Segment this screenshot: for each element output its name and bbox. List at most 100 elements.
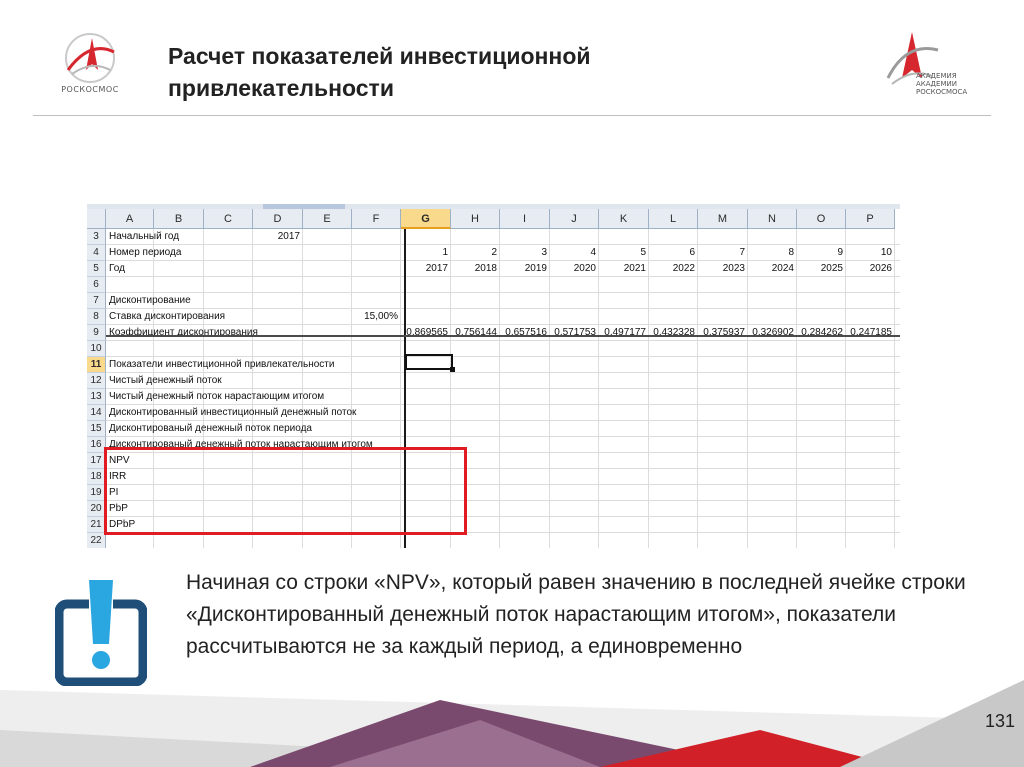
- column-header-f[interactable]: F: [352, 209, 401, 229]
- cell-row-4-col-j[interactable]: 4: [550, 247, 596, 259]
- row-header-9[interactable]: 9: [87, 325, 106, 341]
- logo-wordmark: РОСКОСМОС: [61, 85, 119, 94]
- cell-row-9-col-g[interactable]: 0,869565: [401, 327, 448, 339]
- column-header-e[interactable]: E: [303, 209, 352, 229]
- gridline-horizontal: [106, 244, 900, 245]
- cell-row-9-col-j[interactable]: 0,571753: [550, 327, 596, 339]
- cell-row-4-col-g[interactable]: 1: [401, 247, 448, 259]
- row-header-7[interactable]: 7: [87, 293, 106, 309]
- cell-label-row-13[interactable]: Чистый денежный поток нарастающим итогом: [109, 391, 324, 403]
- row-header-13[interactable]: 13: [87, 389, 106, 405]
- column-header-c[interactable]: C: [204, 209, 253, 229]
- cell-label-row-12[interactable]: Чистый денежный поток: [109, 375, 222, 387]
- academy-logo: АКАДЕМИЯ АКАДЕМИИ РОСКОСМОСА: [882, 28, 986, 100]
- gridline-horizontal: [106, 308, 900, 309]
- select-all-corner[interactable]: [87, 209, 106, 229]
- gridline-horizontal: [106, 388, 900, 389]
- cell-label-row-14[interactable]: Дисконтированный инвестиционный денежный…: [109, 407, 356, 419]
- cell-row-4-col-p[interactable]: 10: [846, 247, 892, 259]
- row-header-11[interactable]: 11: [87, 357, 106, 373]
- column-header-h[interactable]: H: [451, 209, 500, 229]
- cell-row-4-col-o[interactable]: 9: [797, 247, 843, 259]
- cell-row-5-col-n[interactable]: 2024: [748, 263, 794, 275]
- row-header-12[interactable]: 12: [87, 373, 106, 389]
- column-header-o[interactable]: O: [797, 209, 846, 229]
- cell-row-4-col-i[interactable]: 3: [500, 247, 547, 259]
- cell-label-row-11[interactable]: Показатели инвестиционной привлекательно…: [109, 359, 334, 371]
- column-header-k[interactable]: K: [599, 209, 649, 229]
- cell-label-row-9[interactable]: Коэффициент дисконтирования: [109, 327, 258, 339]
- cell-row-9-col-i[interactable]: 0,657516: [500, 327, 547, 339]
- cell-row-9-col-m[interactable]: 0,375937: [698, 327, 745, 339]
- column-header-g[interactable]: G: [401, 209, 451, 229]
- gridline-horizontal: [106, 372, 900, 373]
- column-header-p[interactable]: P: [846, 209, 895, 229]
- cell-row-5-col-l[interactable]: 2022: [649, 263, 695, 275]
- cell-label-row-4[interactable]: Номер периода: [109, 247, 181, 259]
- cell-label-row-3[interactable]: Начальный год: [109, 231, 179, 243]
- cell-row-9-col-p[interactable]: 0,247185: [846, 327, 892, 339]
- row-header-22[interactable]: 22: [87, 533, 106, 548]
- cell-row-4-col-n[interactable]: 8: [748, 247, 794, 259]
- cell-row-4-col-k[interactable]: 5: [599, 247, 646, 259]
- cell-row-5-col-m[interactable]: 2023: [698, 263, 745, 275]
- title-line-1: Расчет показателей инвестиционной: [168, 43, 591, 69]
- title-line-2: привлекательности: [168, 75, 394, 101]
- cell-row-4-col-h[interactable]: 2: [451, 247, 497, 259]
- note-text: Начиная со строки «NPV», который равен з…: [186, 571, 966, 658]
- gridline-horizontal: [106, 420, 900, 421]
- row-header-6[interactable]: 6: [87, 277, 106, 293]
- row-header-15[interactable]: 15: [87, 421, 106, 437]
- row-header-8[interactable]: 8: [87, 309, 106, 325]
- gridline-horizontal: [106, 260, 900, 261]
- logo-caption: АКАДЕМИЯ АКАДЕМИИ РОСКОСМОСА: [916, 72, 968, 96]
- row-header-14[interactable]: 14: [87, 405, 106, 421]
- cell-row-5-col-p[interactable]: 2026: [846, 263, 892, 275]
- cell-row-5-col-i[interactable]: 2019: [500, 263, 547, 275]
- freeze-pane-horizontal: [106, 335, 900, 337]
- cell-row-9-col-h[interactable]: 0,756144: [451, 327, 497, 339]
- column-header-i[interactable]: I: [500, 209, 550, 229]
- row-header-10[interactable]: 10: [87, 341, 106, 357]
- cell-row-5-col-o[interactable]: 2025: [797, 263, 843, 275]
- cell-row-5-col-k[interactable]: 2021: [599, 263, 646, 275]
- gridline-horizontal: [106, 436, 900, 437]
- cell-row-9-col-l[interactable]: 0,432328: [649, 327, 695, 339]
- cell-discount-rate[interactable]: 15,00%: [352, 311, 398, 323]
- active-cell-g11[interactable]: [405, 354, 455, 372]
- roscosmos-logo: РОСКОСМОС: [52, 30, 128, 98]
- gridline-horizontal: [106, 292, 900, 293]
- column-header-a[interactable]: A: [106, 209, 154, 229]
- cell-row-4-col-m[interactable]: 7: [698, 247, 745, 259]
- gridline-horizontal: [106, 404, 900, 405]
- column-header-l[interactable]: L: [649, 209, 698, 229]
- cell-label-row-8[interactable]: Ставка дисконтирования: [109, 311, 225, 323]
- highlight-frame: [104, 447, 467, 535]
- cell-row-9-col-o[interactable]: 0,284262: [797, 327, 843, 339]
- gridline-horizontal: [106, 324, 900, 325]
- gridline-horizontal: [106, 340, 900, 341]
- column-header-d[interactable]: D: [253, 209, 303, 229]
- slide-title: Расчет показателей инвестиционной привле…: [168, 40, 788, 104]
- header-divider: [33, 115, 991, 116]
- row-header-5[interactable]: 5: [87, 261, 106, 277]
- row-header-4[interactable]: 4: [87, 245, 106, 261]
- cell-row-4-col-l[interactable]: 6: [649, 247, 695, 259]
- cell-label-row-15[interactable]: Дисконтированый денежный поток периода: [109, 423, 312, 435]
- cell-label-row-5[interactable]: Год: [109, 263, 125, 275]
- column-header-b[interactable]: B: [154, 209, 204, 229]
- cell-label-row-7[interactable]: Дисконтирование: [109, 295, 191, 307]
- page-number: 131: [984, 711, 1015, 731]
- column-header-j[interactable]: J: [550, 209, 599, 229]
- column-header-n[interactable]: N: [748, 209, 797, 229]
- cell-start-year[interactable]: 2017: [253, 231, 300, 243]
- row-header-3[interactable]: 3: [87, 229, 106, 245]
- cell-row-9-col-k[interactable]: 0,497177: [599, 327, 646, 339]
- cell-row-9-col-n[interactable]: 0,326902: [748, 327, 794, 339]
- cell-row-5-col-h[interactable]: 2018: [451, 263, 497, 275]
- cell-row-5-col-g[interactable]: 2017: [401, 263, 448, 275]
- gridline-horizontal: [106, 276, 900, 277]
- cell-row-5-col-j[interactable]: 2020: [550, 263, 596, 275]
- column-header-m[interactable]: M: [698, 209, 748, 229]
- roscosmos-emblem-icon: [65, 33, 115, 83]
